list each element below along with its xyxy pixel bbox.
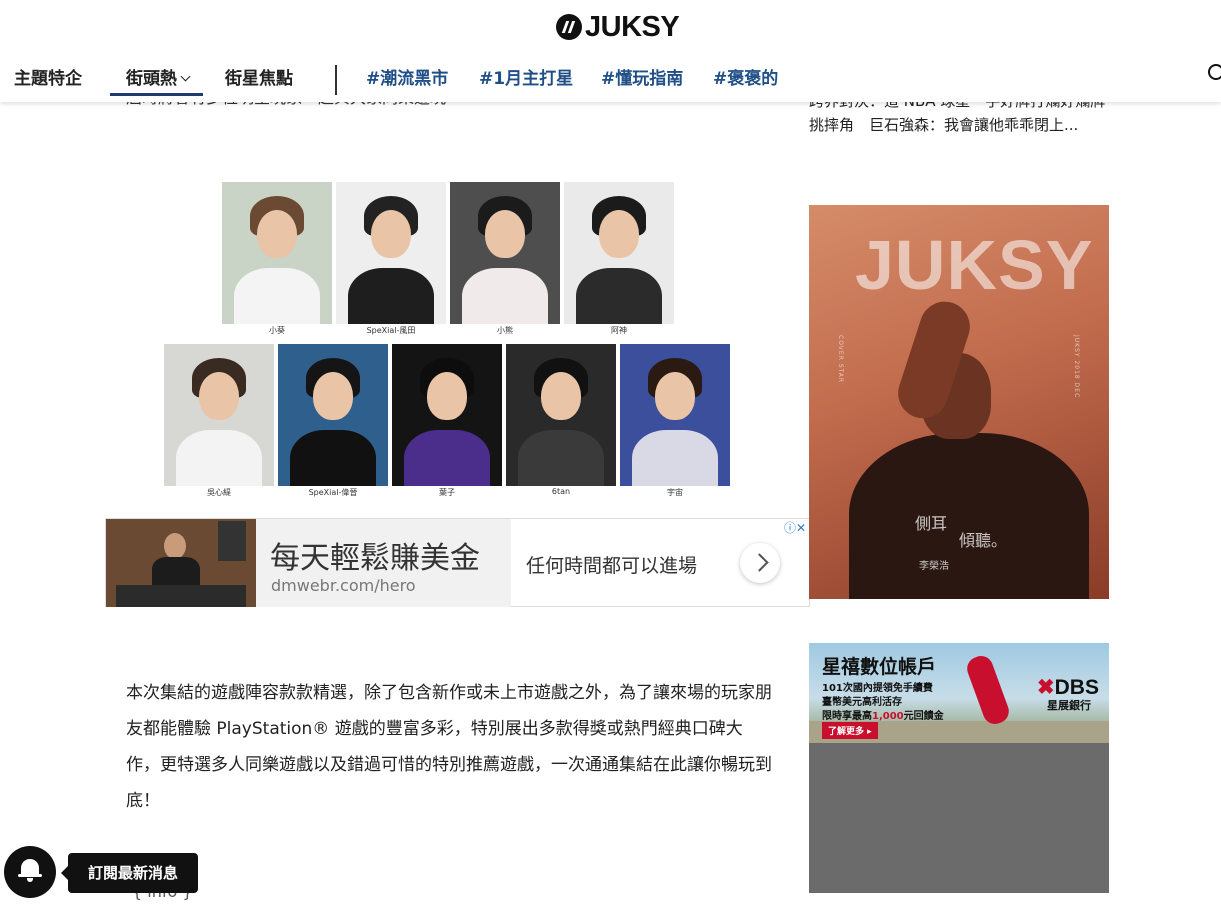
ad-url: dmwebr.com/hero <box>271 576 416 595</box>
nav-item-topics[interactable]: 主題特企 <box>14 64 82 89</box>
sidebar-related-title-line2[interactable]: 挑摔角 巨石強森：我會讓他乖乖閉上... <box>809 114 1078 135</box>
site-header: JUKSY 主題特企 街頭熱 街星焦點 #潮流黑市 #1月主打星 #懂玩指南 #… <box>0 0 1221 102</box>
cast-photo <box>278 344 388 486</box>
cast-photo <box>450 182 560 324</box>
tag-link[interactable]: #1月主打星 <box>479 64 573 89</box>
chevron-down-icon <box>180 71 191 82</box>
ad-placeholder <box>809 743 1109 893</box>
ad-choices-icon[interactable]: ⓘ✕ <box>782 519 809 536</box>
search-icon[interactable] <box>1208 64 1221 80</box>
cover-tagline-2: 傾聽。 <box>959 531 1008 550</box>
tag-link[interactable]: #褒褒的 <box>713 64 778 89</box>
cast-name: 葉子 <box>439 488 455 497</box>
nav-item-stars[interactable]: 街星焦點 <box>225 64 293 89</box>
ad-tagline: 任何時間都可以進場 <box>526 555 698 577</box>
page: 屆時將會有多位明星玩家一起與大家同樂遊玩 小葵 SpeXial-風田 小熊 阿神… <box>0 0 1221 913</box>
cast-name: 宇宙 <box>667 488 683 497</box>
dbs-x-icon: ✖ <box>1037 676 1055 699</box>
cast-name: SpeXial-偉晉 <box>308 488 358 497</box>
dbs-line-1: 101次國內提領免手續費 <box>822 683 933 694</box>
ad-headline: 每天輕鬆賺美金 <box>270 541 480 576</box>
cast-name: 小熊 <box>497 326 513 335</box>
tag-link[interactable]: #懂玩指南 <box>601 64 683 89</box>
cast-name: 阿神 <box>611 326 627 335</box>
cast-photo <box>564 182 674 324</box>
magazine-cover-ad[interactable]: JUKSY 側耳 傾聽。 李榮浩 COVER STAR JUKSY 2018 D… <box>809 205 1109 599</box>
cast-image: 小葵 SpeXial-風田 小熊 阿神 吳心緹 SpeXial-偉晉 葉子 6t… <box>160 180 750 500</box>
cover-artist-name: 李榮浩 <box>919 561 949 572</box>
cast-name: SpeXial-風田 <box>366 326 416 335</box>
nav-item-street[interactable]: 街頭熱 <box>110 64 203 96</box>
logo-text: JUKSY <box>585 10 680 43</box>
ad-photo <box>106 519 256 607</box>
subscribe-tooltip[interactable]: 訂閱最新消息 <box>60 853 199 893</box>
cover-figure <box>849 433 1089 599</box>
cast-photo <box>222 182 332 324</box>
cast-name: 吳心緹 <box>207 488 231 497</box>
dbs-logo-subtitle: 星展銀行 <box>1047 699 1091 712</box>
dbs-line-3: 限時享最高1,000元回饋金 <box>822 711 944 722</box>
ad-banner[interactable]: 每天輕鬆賺美金 dmwebr.com/hero 任何時間都可以進場 ⓘ✕ <box>105 518 810 607</box>
cover-title: JUKSY <box>855 226 1094 304</box>
dbs-learn-more-button[interactable]: 了解更多 ▸ <box>822 722 878 739</box>
dbs-climber <box>963 652 1013 728</box>
cover-side-text-left: COVER STAR <box>837 335 844 384</box>
nav-item-street-label: 街頭熱 <box>126 69 177 89</box>
tag-link[interactable]: #潮流黑市 <box>366 64 448 89</box>
cast-photo <box>620 344 730 486</box>
nav-divider <box>335 65 337 95</box>
dbs-line-2: 臺幣美元高利活存 <box>822 697 902 708</box>
ad-next-chevron-icon[interactable] <box>740 543 780 583</box>
cast-name: 小葵 <box>269 326 285 335</box>
article-paragraph: 本次集結的遊戲陣容款款精選，除了包含新作或未上市遊戲之外，為了讓來場的玩家朋友都… <box>126 683 772 811</box>
cast-photo <box>164 344 274 486</box>
juksy-logo-icon <box>556 14 582 40</box>
cover-tagline-1: 側耳 <box>915 514 948 533</box>
site-logo[interactable]: JUKSY <box>556 10 680 43</box>
subscribe-bell-button[interactable] <box>4 846 56 898</box>
cast-photo <box>336 182 446 324</box>
dbs-title: 星禧數位帳戶 <box>822 656 937 678</box>
cover-side-text-right: JUKSY 2018 DEC <box>1073 335 1080 399</box>
dbs-bank-ad[interactable]: 星禧數位帳戶 101次國內提領免手續費 臺幣美元高利活存 限時享最高1,000元… <box>809 643 1109 743</box>
cast-name: 6tan <box>551 487 571 496</box>
cast-photo <box>506 344 616 486</box>
cast-photo <box>392 344 502 486</box>
ad-text-panel: 每天輕鬆賺美金 dmwebr.com/hero <box>256 519 511 607</box>
